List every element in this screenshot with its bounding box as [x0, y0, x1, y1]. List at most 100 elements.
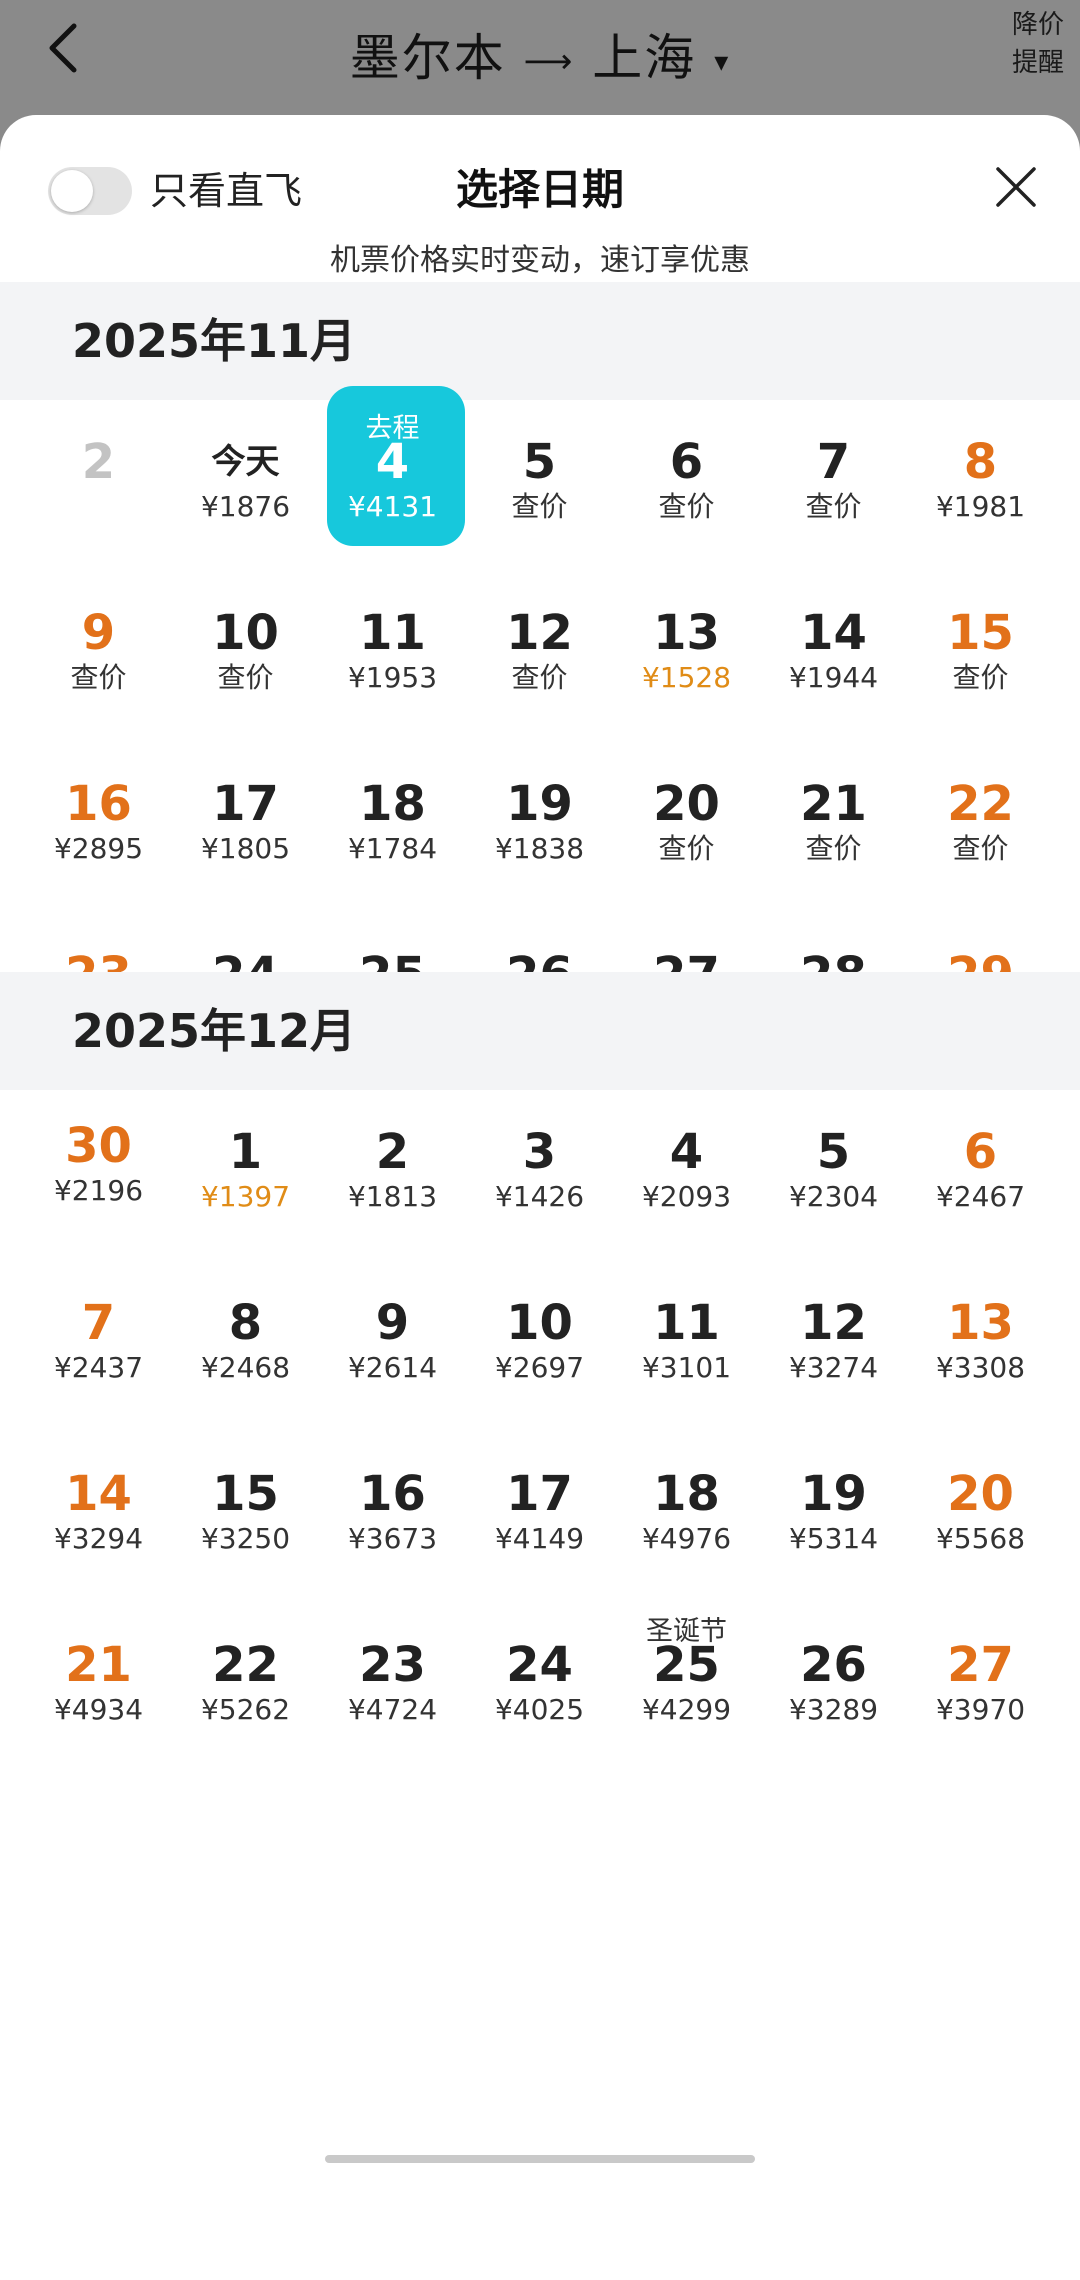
day-price: ¥4025 [494, 1693, 585, 1726]
day-number: 12 [800, 1295, 867, 1351]
day-cell[interactable]: 21 查价 [760, 742, 907, 902]
day-price: ¥3274 [788, 1351, 879, 1384]
day-cell[interactable]: 22 ¥5262 [172, 1603, 319, 1763]
day-cell[interactable]: 7 ¥2437 [25, 1261, 172, 1421]
price-alert-button[interactable]: 降价 提醒 [1006, 6, 1070, 82]
day-number: 15 [947, 605, 1014, 661]
day-cell[interactable]: 10 ¥2697 [466, 1261, 613, 1421]
day-number: 18 [653, 1466, 720, 1522]
day-cell[interactable]: 11 ¥1953 [319, 571, 466, 731]
day-cell[interactable]: 16 ¥3673 [319, 1432, 466, 1592]
day-number: 8 [228, 1295, 263, 1351]
day-price: ¥4149 [494, 1522, 585, 1555]
day-number: 13 [653, 605, 720, 661]
route-arrow-icon: ⟶ [523, 41, 575, 82]
day-cell[interactable]: 6 查价 [613, 400, 760, 560]
day-number: 20 [653, 776, 720, 832]
day-price: 查价 [70, 661, 127, 694]
day-cell[interactable]: 13 ¥1528 [613, 571, 760, 731]
day-price: ¥2468 [200, 1351, 291, 1384]
day-cell[interactable]: 19 ¥1838 [466, 742, 613, 902]
day-cell[interactable]: 22 查价 [907, 742, 1054, 902]
price-alert-line1: 降价 [1011, 10, 1064, 40]
day-number: 17 [212, 776, 279, 832]
day-cell[interactable]: 15 ¥3250 [172, 1432, 319, 1592]
day-cell[interactable]: 7 查价 [760, 400, 907, 560]
day-number: 9 [81, 605, 116, 661]
day-cell[interactable]: 13 ¥3308 [907, 1261, 1054, 1421]
day-cell[interactable]: 3 ¥1426 [466, 1090, 613, 1250]
day-cell[interactable]: 5 查价 [466, 400, 613, 560]
day-number: 14 [65, 1466, 132, 1522]
day-cell[interactable]: 15 查价 [907, 571, 1054, 731]
day-price: 查价 [511, 490, 568, 523]
day-cell[interactable]: 10 查价 [172, 571, 319, 731]
day-number: 16 [359, 1466, 426, 1522]
destination-city: 上海 [592, 29, 697, 87]
day-number: 1 [228, 1124, 263, 1180]
day-cell[interactable]: 9 ¥2614 [319, 1261, 466, 1421]
day-number: 17 [506, 1466, 573, 1522]
day-cell[interactable]: 24 ¥4025 [466, 1603, 613, 1763]
day-cell[interactable]: 9 查价 [25, 571, 172, 731]
day-price: ¥2467 [935, 1180, 1026, 1213]
day-cell[interactable]: 17 ¥1805 [172, 742, 319, 902]
day-number: 18 [359, 776, 426, 832]
day-price: ¥4299 [641, 1693, 732, 1726]
day-price: ¥2437 [53, 1351, 144, 1384]
day-cell[interactable]: 16 ¥2895 [25, 742, 172, 902]
date-picker-sheet: 只看直飞 选择日期 机票价格实时变动，速订享优惠 日 一 二 三 四 五 六 2… [0, 115, 1080, 2280]
day-cell[interactable]: 26 ¥3289 [760, 1603, 907, 1763]
day-cell[interactable]: 2 ¥1813 [319, 1090, 466, 1250]
day-cell[interactable]: 14 ¥1944 [760, 571, 907, 731]
day-cell[interactable]: 4 ¥2093 [613, 1090, 760, 1250]
day-cell[interactable]: 圣诞节 25 ¥4299 [613, 1603, 760, 1763]
day-cell[interactable]: 21 ¥4934 [25, 1603, 172, 1763]
day-cell[interactable]: 12 查价 [466, 571, 613, 731]
day-number: 今天 [211, 442, 280, 482]
day-price: 查价 [952, 832, 1009, 865]
today-cell[interactable]: 今天 ¥1876 [172, 400, 319, 560]
day-price: ¥3101 [641, 1351, 732, 1384]
day-price: ¥5262 [200, 1693, 291, 1726]
day-cell[interactable]: 8 ¥1981 [907, 400, 1054, 560]
day-number: 6 [669, 434, 704, 490]
day-cell[interactable]: 19 ¥5314 [760, 1432, 907, 1592]
month-header: 2025年12月 [0, 972, 1080, 1090]
day-cell[interactable]: 27 ¥3970 [907, 1603, 1054, 1763]
day-price: ¥2196 [53, 1174, 144, 1207]
day-cell[interactable]: 6 ¥2467 [907, 1090, 1054, 1250]
day-number: 22 [212, 1637, 279, 1693]
day-cell[interactable]: 30 ¥2196 [25, 1084, 172, 1244]
day-cell[interactable]: 12 ¥3274 [760, 1261, 907, 1421]
day-price: ¥1876 [200, 490, 291, 523]
month-title: 2025年12月 [72, 1004, 357, 1058]
day-price: 查价 [805, 832, 862, 865]
day-price: ¥4131 [347, 490, 438, 523]
day-cell[interactable]: 14 ¥3294 [25, 1432, 172, 1592]
day-number: 30 [65, 1118, 132, 1174]
day-price: ¥1426 [494, 1180, 585, 1213]
day-number: 5 [816, 1124, 851, 1180]
day-number: 4 [375, 434, 410, 490]
day-cell[interactable]: 20 ¥5568 [907, 1432, 1054, 1592]
day-cell[interactable]: 23 ¥4724 [319, 1603, 466, 1763]
day-cell[interactable]: 20 查价 [613, 742, 760, 902]
day-number: 14 [800, 605, 867, 661]
day-number: 2 [375, 1124, 410, 1180]
day-cell[interactable]: 1 ¥1397 [172, 1090, 319, 1250]
day-cell[interactable]: 11 ¥3101 [613, 1261, 760, 1421]
day-number: 23 [359, 1637, 426, 1693]
sheet-title: 选择日期 [455, 165, 624, 214]
day-cell[interactable]: 18 ¥4976 [613, 1432, 760, 1592]
day-cell[interactable]: 18 ¥1784 [319, 742, 466, 902]
day-price: ¥4934 [53, 1693, 144, 1726]
close-icon[interactable] [992, 163, 1040, 211]
day-cell[interactable]: 17 ¥4149 [466, 1432, 613, 1592]
day-price: ¥3673 [347, 1522, 438, 1555]
day-cell[interactable]: 5 ¥2304 [760, 1090, 907, 1250]
route-title[interactable]: 墨尔本 ⟶ 上海 ▾ [0, 18, 1080, 90]
selected-day-cell[interactable]: 去程 4 ¥4131 [319, 386, 466, 560]
day-cell[interactable]: 8 ¥2468 [172, 1261, 319, 1421]
day-price: ¥2304 [788, 1180, 879, 1213]
